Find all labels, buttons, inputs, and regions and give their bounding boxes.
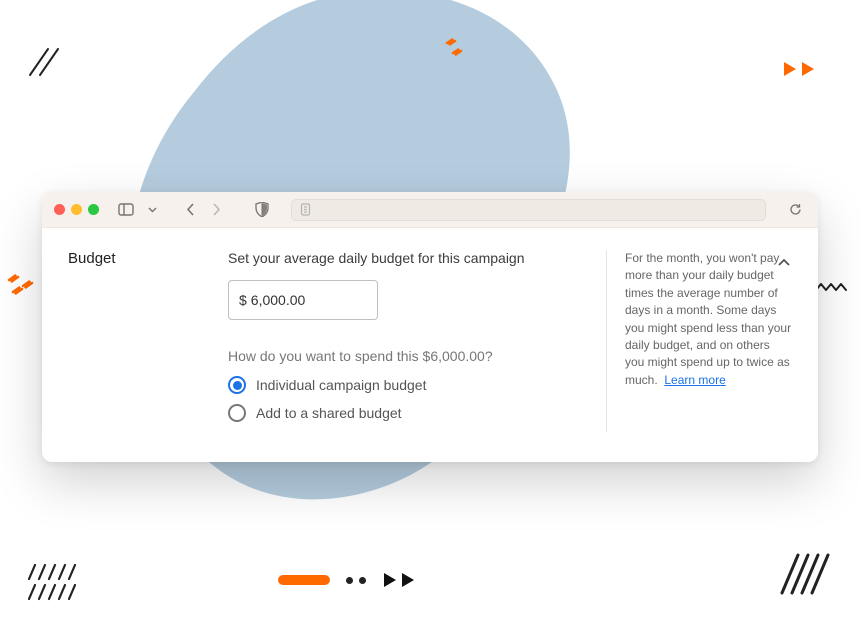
- browser-titlebar: [42, 192, 818, 228]
- maximize-button[interactable]: [88, 204, 99, 215]
- sidebar-toggle-button[interactable]: [115, 200, 137, 220]
- decoration-carousel-indicators: [278, 572, 420, 588]
- address-bar[interactable]: [291, 199, 766, 221]
- shield-icon[interactable]: [251, 200, 273, 220]
- decoration-dots: [346, 577, 366, 584]
- radio-shared-budget[interactable]: Add to a shared budget: [228, 404, 586, 422]
- decoration-hatch-lines: [25, 563, 95, 618]
- decoration-zigzag: [814, 280, 850, 301]
- decoration-diagonal-lines: [22, 45, 60, 84]
- decoration-double-play: [782, 60, 822, 78]
- budget-heading: Set your average daily budget for this c…: [228, 250, 586, 266]
- browser-window: Budget Set your average daily budget for…: [42, 192, 818, 462]
- radio-label: Add to a shared budget: [256, 405, 402, 421]
- currency-symbol: $: [239, 292, 247, 308]
- decoration-double-play: [382, 572, 420, 588]
- decoration-zigzag: [5, 270, 41, 311]
- back-button[interactable]: [179, 200, 201, 220]
- forward-button[interactable]: [205, 200, 227, 220]
- minimize-button[interactable]: [71, 204, 82, 215]
- radio-icon: [228, 376, 246, 394]
- decoration-pill: [278, 575, 330, 585]
- decoration-zigzag: [443, 35, 471, 68]
- close-button[interactable]: [54, 204, 65, 215]
- budget-form: Set your average daily budget for this c…: [228, 250, 606, 432]
- collapse-button[interactable]: [772, 250, 796, 274]
- radio-icon: [228, 404, 246, 422]
- info-text: For the month, you won't pay more than y…: [625, 250, 792, 389]
- info-panel: For the month, you won't pay more than y…: [606, 250, 792, 432]
- section-label-column: Budget: [68, 250, 228, 432]
- section-title: Budget: [68, 250, 228, 267]
- radio-label: Individual campaign budget: [256, 377, 426, 393]
- budget-amount-input[interactable]: $ 6,000.00: [228, 280, 378, 320]
- chevron-down-icon[interactable]: [141, 200, 163, 220]
- learn-more-link[interactable]: Learn more: [664, 373, 725, 387]
- window-controls: [54, 204, 99, 215]
- reload-button[interactable]: [784, 199, 806, 221]
- info-text-body: For the month, you won't pay more than y…: [625, 251, 791, 387]
- decoration-hatch-lines: [776, 549, 830, 608]
- radio-individual-budget[interactable]: Individual campaign budget: [228, 376, 586, 394]
- page-content: Budget Set your average daily budget for…: [42, 228, 818, 462]
- budget-amount-value: 6,000.00: [251, 292, 306, 308]
- spend-question: How do you want to spend this $6,000.00?: [228, 348, 586, 364]
